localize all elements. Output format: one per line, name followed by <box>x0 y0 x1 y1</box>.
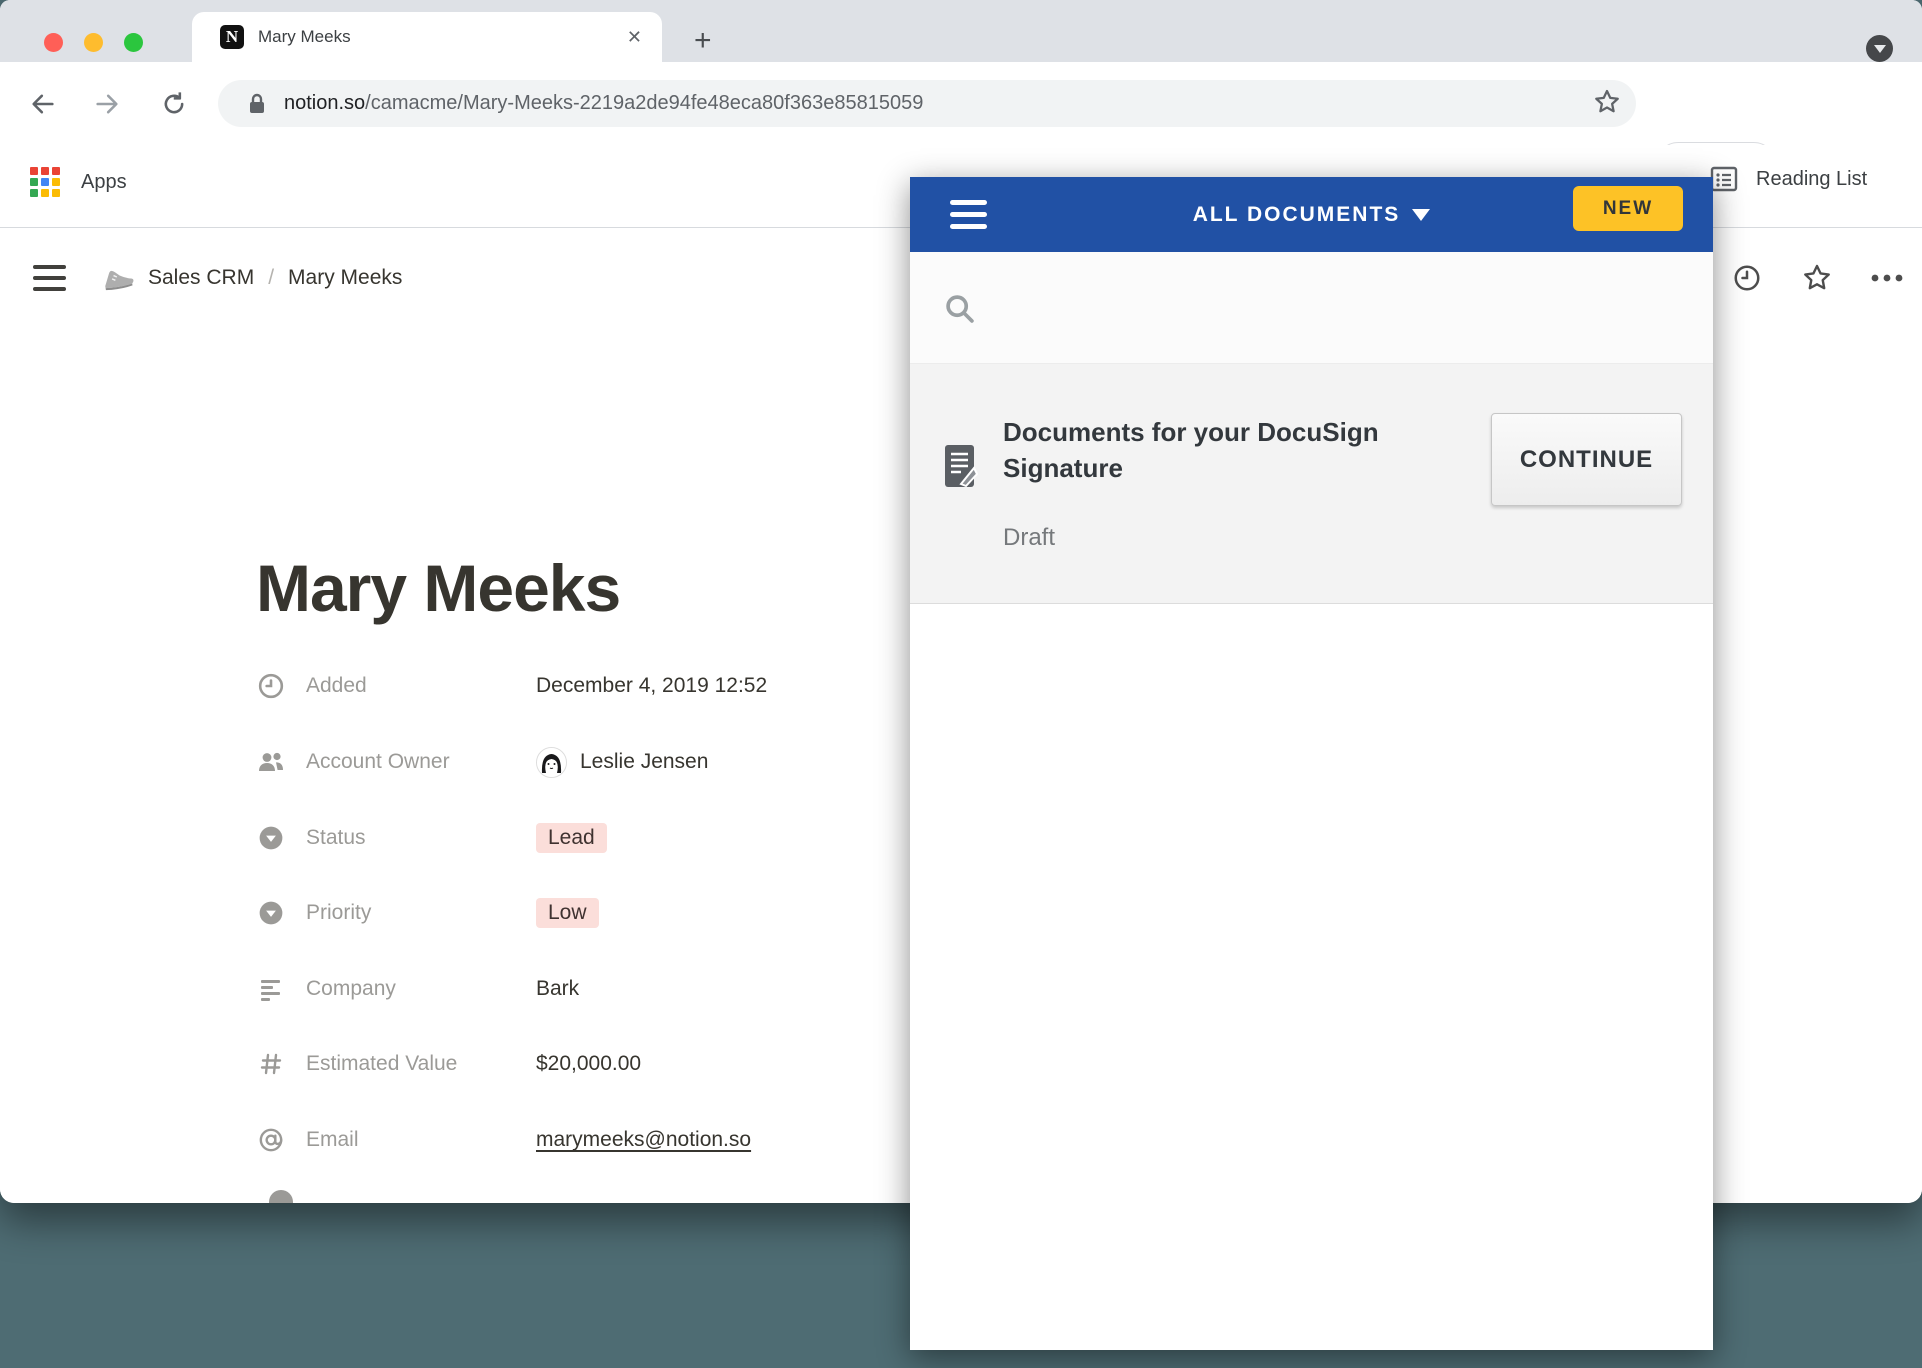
sneaker-icon <box>98 260 137 295</box>
property-row-priority[interactable]: Priority Low <box>256 891 599 935</box>
property-row-estimated-value[interactable]: Estimated Value $20,000.00 <box>256 1042 641 1086</box>
reading-list-button[interactable]: Reading List <box>1710 165 1867 193</box>
reading-list-icon <box>1710 165 1738 193</box>
apps-label: Apps <box>81 171 127 194</box>
property-value-added[interactable]: December 4, 2019 12:52 <box>536 674 767 698</box>
browser-tab[interactable]: N Mary Meeks ✕ <box>192 12 662 62</box>
star-icon <box>1801 262 1833 294</box>
apps-grid-icon <box>30 167 60 197</box>
property-label: Email <box>306 1128 536 1152</box>
folder-dropdown-label: ALL DOCUMENTS <box>1193 203 1401 226</box>
docusign-search-bar[interactable] <box>910 252 1713 364</box>
property-value-email[interactable]: marymeeks@notion.so <box>536 1128 751 1152</box>
tab-search-button[interactable] <box>1866 35 1893 62</box>
ellipsis-icon <box>1870 273 1904 283</box>
sidebar-toggle-button[interactable] <box>33 265 66 291</box>
url-text: notion.so/camacme/Mary-Meeks-2219a2de94f… <box>284 92 923 115</box>
property-label: Priority <box>306 901 536 925</box>
page-more-button[interactable] <box>1852 273 1922 283</box>
person-name: Leslie Jensen <box>580 750 708 774</box>
window-minimize-button[interactable] <box>84 33 103 52</box>
address-bar[interactable]: notion.so/camacme/Mary-Meeks-2219a2de94f… <box>218 80 1636 127</box>
email-at-icon <box>256 1127 286 1153</box>
reload-icon <box>160 90 188 118</box>
back-icon <box>29 90 57 118</box>
property-label: Status <box>306 826 536 850</box>
property-value-priority[interactable]: Low <box>536 898 599 928</box>
window-zoom-button[interactable] <box>124 33 143 52</box>
docusign-popup: ALL DOCUMENTS NEW Documents for your Doc… <box>910 177 1713 1350</box>
property-value-account-owner[interactable]: Leslie Jensen <box>536 747 708 778</box>
bookmark-star-button[interactable] <box>1592 87 1622 117</box>
page-favorite-button[interactable] <box>1782 262 1852 294</box>
breadcrumb: Sales CRM / Mary Meeks <box>100 252 402 304</box>
select-dropdown-icon <box>256 900 286 926</box>
clock-icon <box>256 673 286 699</box>
select-dropdown-icon <box>256 825 286 851</box>
property-value-status[interactable]: Lead <box>536 823 607 853</box>
property-row-added[interactable]: Added December 4, 2019 12:52 <box>256 664 767 708</box>
notion-actions <box>1712 252 1922 304</box>
property-label: Account Owner <box>306 750 536 774</box>
lock-icon[interactable] <box>248 93 266 115</box>
notion-favicon: N <box>220 25 244 49</box>
property-label: Company <box>306 977 536 1001</box>
reading-list-label: Reading List <box>1756 168 1867 191</box>
docusign-header: ALL DOCUMENTS NEW <box>910 177 1713 252</box>
back-button[interactable] <box>24 62 62 145</box>
document-signature-icon <box>944 444 978 492</box>
breadcrumb-page[interactable]: Mary Meeks <box>288 266 402 290</box>
breadcrumb-separator: / <box>268 266 274 290</box>
window-close-button[interactable] <box>44 33 63 52</box>
continue-button[interactable]: CONTINUE <box>1491 413 1682 506</box>
property-label: Estimated Value <box>306 1052 536 1076</box>
apps-shortcut[interactable]: Apps <box>30 167 127 197</box>
url-host: notion.so <box>284 92 365 114</box>
browser-toolbar: notion.so/camacme/Mary-Meeks-2219a2de94f… <box>0 62 1922 145</box>
desktop: N Mary Meeks ✕ + notion.so/camacme <box>0 0 1922 1368</box>
page-title[interactable]: Mary Meeks <box>256 550 620 626</box>
document-title[interactable]: Documents for your DocuSign Signature <box>1003 414 1453 486</box>
partial-next-property-icon <box>269 1190 293 1203</box>
property-label: Added <box>306 674 536 698</box>
status-tag[interactable]: Lead <box>536 823 607 853</box>
search-icon <box>943 292 977 326</box>
tab-title: Mary Meeks <box>258 27 627 47</box>
document-list-item[interactable]: Documents for your DocuSign Signature Dr… <box>910 364 1713 604</box>
priority-tag[interactable]: Low <box>536 898 599 928</box>
property-value-company[interactable]: Bark <box>536 977 579 1001</box>
new-tab-button[interactable]: + <box>694 26 712 56</box>
document-status: Draft <box>1003 524 1055 552</box>
tab-strip: N Mary Meeks ✕ + <box>0 0 1922 62</box>
property-row-email[interactable]: Email marymeeks@notion.so <box>256 1118 751 1162</box>
page-history-button[interactable] <box>1712 263 1782 293</box>
star-icon <box>1592 87 1622 117</box>
text-align-icon <box>256 977 286 1001</box>
tab-close-icon[interactable]: ✕ <box>627 27 642 48</box>
forward-icon <box>93 90 121 118</box>
breadcrumb-workspace[interactable]: Sales CRM <box>148 266 254 290</box>
property-row-company[interactable]: Company Bark <box>256 967 579 1011</box>
property-row-status[interactable]: Status Lead <box>256 816 607 860</box>
number-hash-icon <box>256 1052 286 1076</box>
chevron-down-icon <box>1874 45 1886 53</box>
clock-history-icon <box>1732 263 1762 293</box>
people-icon <box>256 749 286 775</box>
reload-button[interactable] <box>154 62 194 145</box>
new-document-button[interactable]: NEW <box>1573 186 1683 231</box>
forward-button[interactable] <box>88 62 126 145</box>
property-row-account-owner[interactable]: Account Owner Leslie Jensen <box>256 740 708 784</box>
chevron-down-icon <box>1412 209 1430 221</box>
property-value-estimated-value[interactable]: $20,000.00 <box>536 1052 641 1076</box>
url-path: /camacme/Mary-Meeks-2219a2de94fe48eca80f… <box>365 92 923 114</box>
person-avatar <box>536 747 567 778</box>
